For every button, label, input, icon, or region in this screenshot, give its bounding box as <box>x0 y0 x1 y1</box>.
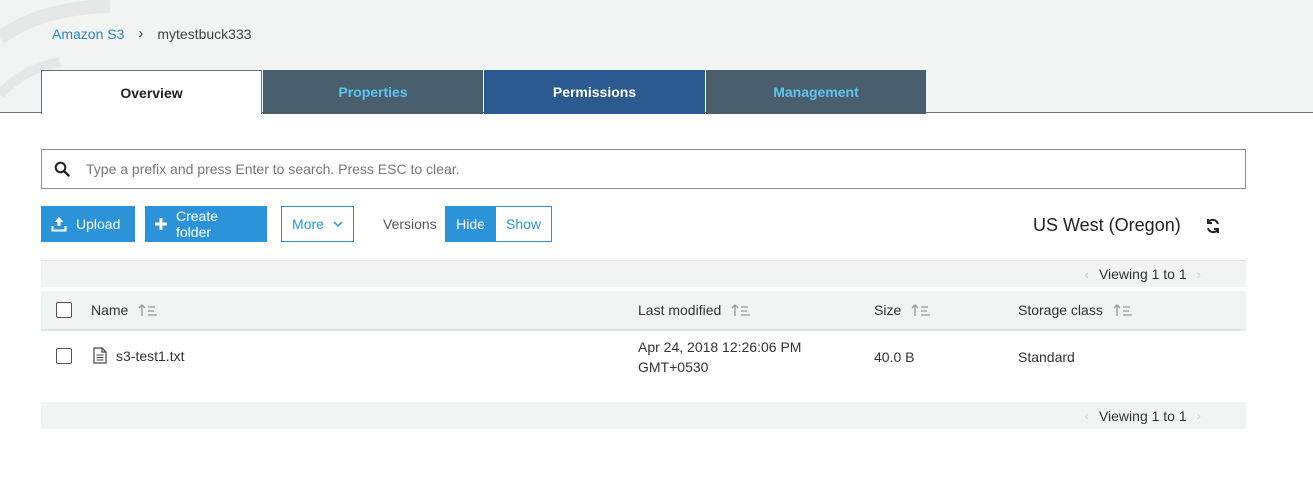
file-name-link[interactable]: s3-test1.txt <box>93 347 184 364</box>
tab-properties[interactable]: Properties <box>263 70 483 114</box>
previous-page-icon[interactable]: ‹ <box>1085 267 1089 282</box>
column-header-label: Storage class <box>1018 302 1103 318</box>
file-name: s3-test1.txt <box>116 347 185 364</box>
row-checkbox[interactable] <box>56 348 72 364</box>
tab-overview[interactable]: Overview <box>41 70 262 114</box>
column-header-label: Size <box>874 302 902 318</box>
create-folder-button-label: Create folder <box>176 208 219 240</box>
versions-label: Versions <box>383 216 437 232</box>
breadcrumb-separator-icon: › <box>138 25 144 42</box>
next-page-icon[interactable]: › <box>1197 267 1201 282</box>
pagination-text: Viewing 1 to 1 <box>1098 407 1187 424</box>
select-all-checkbox[interactable] <box>56 302 72 318</box>
region-label: US West (Oregon) <box>1033 215 1181 235</box>
tab-permissions[interactable]: Permissions <box>484 70 705 114</box>
last-modified-date: Apr 24, 2018 12:26:06 PM <box>638 339 802 355</box>
versions-toggle: Hide Show <box>445 206 552 242</box>
column-header-label: Last modified <box>638 302 722 318</box>
chevron-down-icon <box>333 220 343 228</box>
size-cell: 40.0 B <box>874 349 915 365</box>
sort-icon <box>911 303 931 317</box>
table-row: s3-test1.txt Apr 24, 2018 12:26:06 PM GM… <box>41 333 1246 383</box>
file-icon <box>93 347 107 364</box>
column-header-last-modified[interactable]: Last modified <box>638 302 751 318</box>
sort-icon <box>1113 303 1133 317</box>
storage-class-cell: Standard <box>1018 349 1075 365</box>
tab-management[interactable]: Management <box>706 70 926 114</box>
table-header: Name Last modified Size Storage class <box>41 291 1246 331</box>
versions-show-button[interactable]: Show <box>496 206 552 242</box>
tab-bar: Overview Properties Permissions Manageme… <box>41 70 926 114</box>
search-icon <box>54 161 70 177</box>
search-bar <box>41 149 1246 189</box>
last-modified-cell: Apr 24, 2018 12:26:06 PM GMT+0530 <box>638 337 801 377</box>
more-dropdown-button[interactable]: More <box>281 206 354 242</box>
column-header-size[interactable]: Size <box>874 302 931 318</box>
create-folder-button[interactable]: Create folder <box>145 206 267 242</box>
breadcrumb-amazon-s3-link[interactable]: Amazon S3 <box>52 26 124 42</box>
plus-icon <box>155 218 167 230</box>
upload-icon <box>51 216 67 232</box>
search-input[interactable] <box>84 154 1245 184</box>
sort-icon <box>138 303 158 317</box>
pagination-text: Viewing 1 to 1 <box>1098 266 1187 282</box>
pagination-bottom: ‹ Viewing 1 to 1 › <box>41 402 1246 429</box>
breadcrumb-bucket-name: mytestbuck333 <box>157 25 252 42</box>
column-header-label: Name <box>91 302 129 318</box>
pagination-top: ‹ Viewing 1 to 1 › <box>41 260 1246 287</box>
refresh-icon[interactable] <box>1204 217 1222 235</box>
upload-button-label: Upload <box>76 216 121 232</box>
breadcrumb: Amazon S3 › mytestbuck333 <box>52 25 252 42</box>
header-band: Amazon S3 › mytestbuck333 Overview Prope… <box>0 0 1313 114</box>
last-modified-timezone: GMT+0530 <box>638 359 709 375</box>
column-header-storage-class[interactable]: Storage class <box>1018 302 1133 318</box>
upload-button[interactable]: Upload <box>41 206 135 242</box>
more-button-label: More <box>292 216 324 232</box>
previous-page-icon[interactable]: ‹ <box>1085 408 1089 423</box>
sort-icon <box>731 303 751 317</box>
next-page-icon[interactable]: › <box>1197 408 1201 423</box>
column-header-name[interactable]: Name <box>91 302 158 318</box>
versions-hide-button[interactable]: Hide <box>445 206 496 242</box>
